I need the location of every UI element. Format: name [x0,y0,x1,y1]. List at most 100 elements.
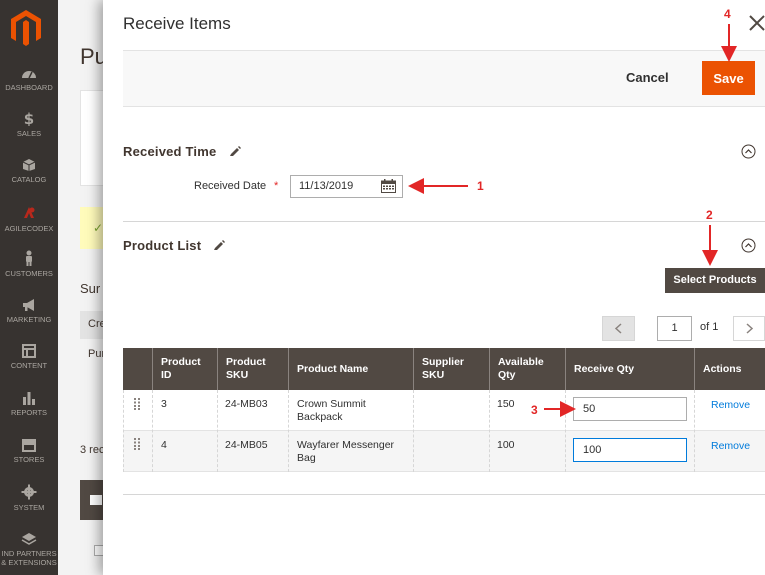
pager-total: of 1 [700,321,719,333]
required-mark: * [274,180,279,192]
receive-qty-input[interactable]: 100 [573,438,687,462]
sidebar-label: REPORTS [10,408,48,417]
cell-product-name: Wayfarer Messenger Bag [297,439,395,464]
sidebar-label: & EXTENSIONS [1,558,57,567]
calendar-icon[interactable] [381,179,396,193]
receive-items-modal: Receive Items Cancel Save Received Time … [103,0,765,575]
received-time-title: Received Time [123,144,217,159]
received-date-label: Received Date [194,180,267,192]
section-divider [123,221,765,222]
remove-link[interactable]: Remove [711,399,750,411]
col-divider [152,348,216,390]
records-count: 3 rec [80,444,105,456]
col-product-sku[interactable]: Product SKU [217,348,289,390]
layout-icon [22,344,36,358]
sidebar-item-system[interactable]: SYSTEM [0,484,58,512]
annotation-step-4: 4 [724,7,731,21]
sidebar-label: MARKETING [6,315,52,324]
sidebar-item-reports[interactable]: REPORTS [0,391,58,417]
column-separator [217,390,218,472]
sidebar-label: AGILECODEX [4,224,54,233]
magento-logo[interactable] [8,8,44,48]
bar-chart-icon [23,392,35,405]
column-separator [123,390,124,472]
sidebar-item-sales[interactable]: $ SALES [0,110,58,138]
cell-product-id: 4 [161,439,167,451]
sidebar-label: SALES [16,129,42,138]
store-icon [22,439,36,452]
sidebar-item-content[interactable]: CONTENT [0,344,58,370]
annotation-step-1: 1 [477,179,484,193]
screen: DASHBOARD $ SALES CATALOG AGILECODEX CUS… [0,0,765,575]
col-receive-qty[interactable]: Receive Qty [565,348,695,390]
col-available-qty[interactable]: Available Qty [489,348,566,390]
check-icon: ✓ [93,221,104,235]
sidebar-item-dashboard[interactable]: DASHBOARD [0,66,58,92]
sidebar-label: IND PARTNERS [1,549,57,558]
table-row: 3 24-MB03 Crown Summit Backpack 150 50 Re… [123,390,765,431]
svg-text:$: $ [24,110,34,126]
cell-available-qty: 150 [497,398,515,410]
pencil-icon[interactable] [229,145,241,157]
annotation-step-3: 3 [531,403,538,417]
sidebar-item-agilecodex[interactable]: AGILECODEX [0,205,58,233]
background-summary: Sur [80,281,101,296]
column-separator [413,390,414,472]
modal-action-bar [123,50,765,107]
sidebar-item-extensions[interactable]: IND PARTNERS & EXTENSIONS [0,532,58,567]
column-separator [694,390,695,472]
col-product-name[interactable]: Product Name [288,348,414,390]
grid-icon [90,495,102,505]
column-separator [152,390,153,472]
column-separator [565,390,566,472]
drag-handle-icon[interactable] [134,438,141,450]
select-products-button[interactable]: Select Products [665,268,765,293]
sidebar-label: SYSTEM [13,503,45,512]
modal-title: Receive Items [123,14,231,33]
gear-icon [21,484,37,500]
extensions-icon [21,533,37,545]
close-icon[interactable] [748,14,765,32]
column-separator [288,390,289,472]
remove-link[interactable]: Remove [711,440,750,452]
person-icon [26,250,32,266]
dashboard-icon [22,71,36,79]
cube-icon [22,159,36,171]
cell-product-sku: 24-MB05 [225,439,268,451]
cell-product-name: Crown Summit Backpack [297,398,366,423]
grid-header: Product ID Product SKU Product Name Suppli… [123,348,765,390]
save-button[interactable]: Save [702,61,755,95]
cancel-button[interactable]: Cancel [626,70,669,85]
chevron-right-icon [746,323,754,334]
drag-handle-icon[interactable] [134,398,141,410]
pager-next-button[interactable] [733,316,765,341]
chevron-left-icon [614,323,622,334]
sidebar-item-stores[interactable]: STORES [0,438,58,464]
product-list-title: Product List [123,238,202,253]
cell-product-id: 3 [161,398,167,410]
sidebar-item-customers[interactable]: CUSTOMERS [0,250,58,278]
collapse-icon[interactable] [741,238,756,253]
column-separator [489,390,490,472]
cell-product-sku: 24-MB03 [225,398,268,410]
annotation-step-2: 2 [706,208,713,222]
sidebar-label: CATALOG [11,175,47,184]
cell-available-qty: 100 [497,439,515,451]
dollar-icon: $ [24,110,34,126]
sidebar-item-catalog[interactable]: CATALOG [0,158,58,184]
sidebar-label: CUSTOMERS [5,269,53,278]
megaphone-icon [23,299,34,311]
table-row: 4 24-MB05 Wayfarer Messenger Bag 100 100 … [123,431,765,472]
sidebar-label: DASHBOARD [5,83,53,92]
collapse-icon[interactable] [741,144,756,159]
col-actions: Actions [694,348,765,390]
sidebar-item-marketing[interactable]: MARKETING [0,298,58,324]
sidebar-label: STORES [13,455,45,464]
agilecodex-icon [24,207,35,218]
pager-prev-button[interactable] [602,316,635,341]
receive-qty-input[interactable]: 50 [573,397,687,421]
sidebar-label: CONTENT [10,361,48,370]
pager-page-input[interactable]: 1 [657,316,692,341]
col-supplier-sku[interactable]: Supplier SKU [413,348,490,390]
pencil-icon[interactable] [213,239,225,251]
